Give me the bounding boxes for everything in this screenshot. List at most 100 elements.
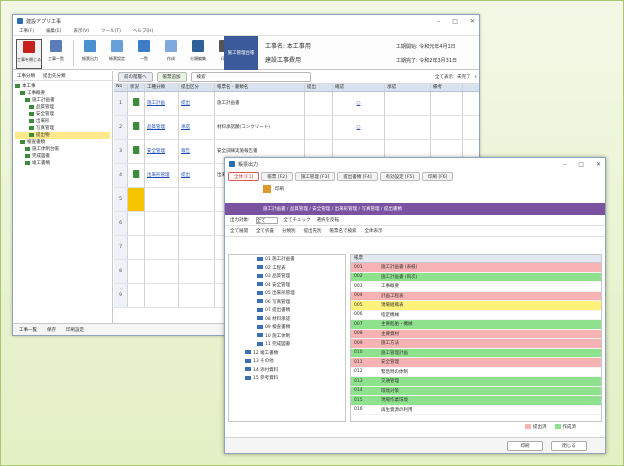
filter-incomplete[interactable]: 未完了 [457,74,471,80]
list-item[interactable]: 006 指定機械 [351,310,601,320]
maximize-icon[interactable]: □ [578,161,584,168]
category-bar[interactable]: 施工計画書 / 品質管理 / 安全管理 / 出来形管理 / 写真管理 / 提出書… [225,203,605,215]
invert-selection[interactable]: 選択を反転 [317,217,340,223]
close-icon[interactable]: ✕ [596,161,601,168]
tree-node[interactable]: 08 材料承諾 [231,316,343,325]
status-cell[interactable] [128,116,145,139]
list-item[interactable]: 014 環境対策 [351,386,601,396]
col-category[interactable]: 工種分類 [145,84,179,91]
list-item[interactable]: 004 計画工程表 [351,291,601,301]
tree-node[interactable]: 03 品質管理 [231,273,343,282]
close-icon[interactable]: ✕ [470,18,475,25]
tree-node[interactable]: 14 添付資料 [231,367,343,376]
tree-node[interactable]: 本工事 [15,83,110,90]
category-cell[interactable]: 施工計画 [145,92,179,115]
print-button[interactable]: 印刷 [507,441,543,451]
form-setting-button[interactable]: 帳票設定 [104,39,130,69]
status-item[interactable]: 工事一覧 [19,327,37,333]
note-cell[interactable] [431,116,463,139]
tree-node[interactable]: 15 参考資料 [231,375,343,384]
menu-edit[interactable]: 編集(E) [46,28,61,34]
list-item[interactable]: 016 再生資源の利用 [351,405,601,415]
menu-file[interactable]: 工事(F) [19,28,34,34]
confirm-cell[interactable]: ○ [333,92,385,115]
status-cell[interactable] [128,188,145,211]
col-no[interactable]: No [114,84,128,91]
list-item[interactable]: 003 工事概要 [351,282,601,292]
tree-node[interactable]: 07 提出書類 [231,307,343,316]
menu-help[interactable]: ヘルプ(H) [133,28,153,34]
tree-node[interactable]: 施工計画書 [15,97,110,104]
tab-submissions[interactable]: 提出書類 [F4] [337,172,378,181]
tree-node[interactable]: 完成図書 [15,153,110,160]
maximize-icon[interactable]: □ [452,18,458,25]
table-row[interactable]: 2 品質管理 承諾 材料承諾願(コンクリート) ○ [114,116,479,140]
list-button[interactable]: 一覧 [131,39,157,69]
tab-all[interactable]: 全体 [F1] [228,172,260,181]
list-item[interactable]: 008 主要資材 [351,329,601,339]
tree-node[interactable]: 品質管理 [15,104,110,111]
list-item[interactable]: 005 現場組織表 [351,301,601,311]
col-submit[interactable]: 提出 [305,84,333,91]
submit-cell[interactable] [305,116,333,139]
list-item[interactable]: 011 安全管理 [351,358,601,368]
col-kind[interactable]: 提出区分 [179,84,215,91]
tab-management[interactable]: 施工管理 [F3] [294,172,336,181]
list-item[interactable]: 015 現場作業環境 [351,396,601,406]
tree-node[interactable]: 写真管理 [15,125,110,132]
check-all[interactable]: 全てチェック [284,217,311,223]
list-item[interactable]: 012 緊急時の体制 [351,367,601,377]
condition-select[interactable]: 全て [255,216,278,224]
col-status[interactable]: 状況 [128,84,145,91]
approve-cell[interactable] [385,116,431,139]
tree-node[interactable]: 06 写真管理 [231,299,343,308]
note-cell[interactable] [431,92,463,115]
expand-all[interactable]: 全て展開 [230,228,248,234]
tree-node[interactable]: 工事概要 [15,90,110,97]
tab-work-category[interactable]: 工事分類 [17,73,35,79]
collapse-all[interactable]: 全て折畳 [256,228,274,234]
menu-tools[interactable]: ツール(T) [101,28,121,34]
kind-cell[interactable]: 報告 [179,140,215,163]
kind-cell[interactable] [179,188,215,211]
list-item[interactable]: 007 主要船舶・機械 [351,320,601,330]
kind-cell[interactable]: 提出 [179,164,215,187]
output-button[interactable]: 帳票出力 [77,39,103,69]
create-button[interactable]: 作成 [158,39,184,69]
tab-destination[interactable]: 提出先分類 [43,73,66,79]
kind-cell[interactable] [179,260,215,283]
category-cell[interactable] [145,188,179,211]
tree-node[interactable]: 施工体制台帳 [15,146,110,153]
kind-cell[interactable] [179,212,215,235]
search-by-name[interactable]: 帳票名で検索 [330,228,357,234]
by-destination[interactable]: 提出先別 [304,228,322,234]
tab-settings[interactable]: 有効設定 [F5] [379,172,421,181]
list-item[interactable]: 009 施工方法 [351,339,601,349]
list-item[interactable]: 013 交通管理 [351,377,601,387]
search-input[interactable]: 検索 [190,72,311,82]
project-list-button[interactable]: 工事一覧 [43,39,69,69]
category-cell[interactable]: 品質管理 [145,116,179,139]
category-cell[interactable] [145,236,179,259]
status-cell[interactable] [128,260,145,283]
status-item[interactable]: 印刷設定 [66,327,84,333]
status-cell[interactable] [128,92,145,115]
tree-node[interactable]: 05 出来形管理 [231,290,343,299]
minimize-icon[interactable]: – [563,161,566,168]
mode-panel[interactable]: 施工管理台帳 [224,36,258,70]
kind-cell[interactable]: 提出 [179,92,215,115]
col-note[interactable]: 備考 [431,84,463,91]
category-cell[interactable] [145,284,179,307]
category-cell[interactable] [145,260,179,283]
col-confirm[interactable]: 確認 [333,84,385,91]
kind-cell[interactable] [179,236,215,259]
col-name[interactable]: 帳票名 · 書類名 [215,84,305,91]
add-form-button[interactable]: 帳票追加 [156,72,187,82]
table-row[interactable]: 1 施工計画 提出 施工計画書 ○ [114,92,479,116]
tree-node[interactable]: 出来形 [15,118,110,125]
by-category[interactable]: 分類別 [282,228,296,234]
tree-node[interactable]: 09 検査書類 [231,324,343,333]
status-cell[interactable] [128,164,145,187]
category-edit-button[interactable]: 分類編集 [185,39,211,69]
close-project-button[interactable]: 工事を閉じる [16,39,42,69]
